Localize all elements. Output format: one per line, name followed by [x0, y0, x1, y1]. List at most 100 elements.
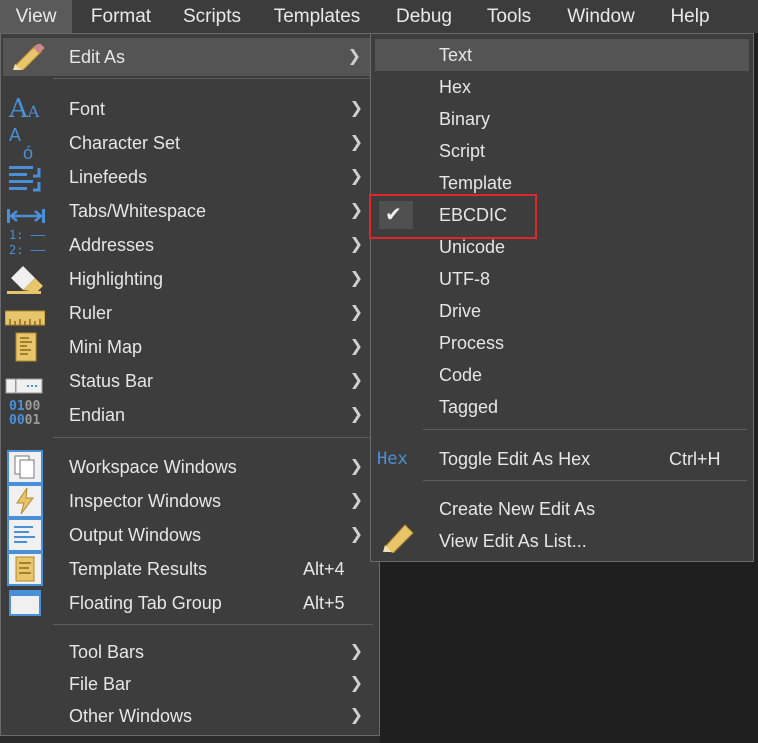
- menu-item-label: Endian: [69, 405, 126, 425]
- addresses-icon: 1: —— 2: ——: [9, 228, 46, 257]
- shortcut-label: Alt+5: [303, 593, 345, 613]
- menu-item-utf-8[interactable]: UTF-8: [371, 263, 753, 295]
- floating-tab-group-icon: [9, 590, 41, 627]
- menu-view[interactable]: View: [0, 0, 72, 33]
- menu-item-view-edit-as-list[interactable]: View Edit As List...: [371, 524, 753, 557]
- menu-templates[interactable]: Templates: [262, 0, 372, 33]
- chevron-right-icon: ❯: [347, 48, 361, 65]
- menu-item-drive[interactable]: Drive: [371, 295, 753, 327]
- chevron-right-icon: ❯: [349, 372, 363, 389]
- view-menu: Edit As ❯ AA Font ❯ Aó Character Set ❯ L…: [0, 33, 380, 736]
- menu-item-label: Template Results: [69, 559, 208, 579]
- menu-item-script[interactable]: Script: [371, 135, 753, 167]
- menu-item-label: Hex: [439, 77, 472, 97]
- menu-item-label: Script: [439, 141, 486, 161]
- menu-item-tabs-whitespace[interactable]: Tabs/Whitespace ❯: [1, 194, 379, 228]
- chevron-right-icon: ❯: [349, 707, 363, 724]
- menu-item-character-set[interactable]: Aó Character Set ❯: [1, 125, 379, 163]
- menu-item-hex[interactable]: Hex: [371, 71, 753, 103]
- menu-item-process[interactable]: Process: [371, 327, 753, 359]
- menu-item-addresses[interactable]: 1: —— 2: —— Addresses ❯: [1, 228, 379, 262]
- menu-item-highlighting[interactable]: Highlighting ❯: [1, 262, 379, 296]
- menu-item-label: Edit As: [69, 47, 126, 67]
- menu-item-label: Create New Edit As: [439, 499, 596, 519]
- font-icon: AA: [9, 94, 40, 124]
- chevron-right-icon: ❯: [349, 338, 363, 355]
- menu-item-tool-bars[interactable]: Tool Bars ❯: [1, 636, 379, 668]
- menu-window[interactable]: Window: [556, 0, 646, 33]
- menu-item-font[interactable]: AA Font ❯: [1, 92, 379, 126]
- menu-item-linefeeds[interactable]: Linefeeds ❯: [1, 160, 379, 194]
- menu-item-other-windows[interactable]: Other Windows ❯: [1, 700, 379, 732]
- menu-item-label: Tagged: [439, 397, 499, 417]
- edit-as-submenu: Text Hex Binary Script Template ✔ EBCDIC…: [370, 33, 754, 562]
- menu-item-ruler[interactable]: Ruler ❯: [1, 296, 379, 330]
- chevron-right-icon: ❯: [349, 458, 363, 475]
- menu-tools[interactable]: Tools: [476, 0, 542, 33]
- pencil-icon: [11, 42, 45, 83]
- menu-item-label: View Edit As List...: [439, 531, 587, 551]
- menu-item-binary[interactable]: Binary: [371, 103, 753, 135]
- menu-item-label: Toggle Edit As Hex: [439, 449, 591, 469]
- menu-item-template-results[interactable]: Template Results Alt+4: [1, 552, 379, 586]
- menu-item-label: Character Set: [69, 133, 181, 153]
- hex-icon: Hex: [377, 449, 408, 469]
- menu-item-file-bar[interactable]: File Bar ❯: [1, 668, 379, 700]
- menu-item-label: Status Bar: [69, 371, 154, 391]
- menu-item-label: Inspector Windows: [69, 491, 222, 511]
- menu-item-toggle-edit-as-hex[interactable]: Hex Toggle Edit As Hex Ctrl+H: [371, 442, 753, 476]
- shortcut-label: Alt+4: [303, 559, 345, 579]
- chevron-right-icon: ❯: [349, 492, 363, 509]
- menu-item-create-new-edit-as[interactable]: Create New Edit As: [371, 493, 753, 525]
- menu-item-status-bar[interactable]: Status Bar ❯: [1, 364, 379, 398]
- menu-item-workspace-windows[interactable]: Workspace Windows ❯: [1, 450, 379, 484]
- menu-item-label: Tabs/Whitespace: [69, 201, 207, 221]
- menu-item-label: Linefeeds: [69, 167, 148, 187]
- character-set-icon: Aó: [9, 125, 34, 163]
- separator: [423, 480, 747, 481]
- menu-item-label: Ruler: [69, 303, 113, 323]
- menu-item-code[interactable]: Code: [371, 359, 753, 391]
- menu-item-label: Workspace Windows: [69, 457, 237, 477]
- pencil-icon: [381, 521, 415, 563]
- separator: [53, 437, 373, 438]
- shortcut-label: Ctrl+H: [669, 449, 721, 469]
- separator: [423, 429, 747, 430]
- menu-item-label: Tool Bars: [69, 642, 145, 662]
- menu-item-inspector-windows[interactable]: Inspector Windows ❯: [1, 484, 379, 518]
- menu-item-edit-as[interactable]: Edit As ❯: [3, 38, 377, 76]
- menu-item-label: Text: [439, 45, 473, 65]
- separator: [53, 78, 373, 79]
- menu-debug[interactable]: Debug: [384, 0, 464, 33]
- menu-item-label: Addresses: [69, 235, 155, 255]
- chevron-right-icon: ❯: [349, 168, 363, 185]
- menu-item-tagged[interactable]: Tagged: [371, 391, 753, 423]
- menu-item-floating-tab-group[interactable]: Floating Tab Group Alt+5: [1, 586, 379, 620]
- menu-item-label: Floating Tab Group: [69, 593, 222, 613]
- menu-item-label: Code: [439, 365, 483, 385]
- chevron-right-icon: ❯: [349, 236, 363, 253]
- menu-item-label: Other Windows: [69, 706, 193, 726]
- chevron-right-icon: ❯: [349, 100, 363, 117]
- chevron-right-icon: ❯: [349, 270, 363, 287]
- menu-scripts[interactable]: Scripts: [172, 0, 252, 33]
- chevron-right-icon: ❯: [349, 643, 363, 660]
- menu-format[interactable]: Format: [76, 0, 166, 33]
- menu-item-label: File Bar: [69, 674, 132, 694]
- menu-item-label: Process: [439, 333, 505, 353]
- menu-item-label: Font: [69, 99, 106, 119]
- chevron-right-icon: ❯: [349, 304, 363, 321]
- menu-item-mini-map[interactable]: Mini Map ❯: [1, 330, 379, 364]
- menubar: View Format Scripts Templates Debug Tool…: [0, 0, 758, 33]
- menu-item-label: Highlighting: [69, 269, 164, 289]
- menu-item-label: Output Windows: [69, 525, 202, 545]
- chevron-right-icon: ❯: [349, 675, 363, 692]
- menu-item-text[interactable]: Text: [375, 39, 749, 71]
- menu-item-endian[interactable]: 0100 0001 Endian ❯: [1, 398, 379, 432]
- chevron-right-icon: ❯: [349, 134, 363, 151]
- menu-item-output-windows[interactable]: Output Windows ❯: [1, 518, 379, 552]
- menu-help[interactable]: Help: [660, 0, 720, 33]
- chevron-right-icon: ❯: [349, 202, 363, 219]
- menu-item-label: Mini Map: [69, 337, 143, 357]
- background-panel-lower: [380, 562, 758, 743]
